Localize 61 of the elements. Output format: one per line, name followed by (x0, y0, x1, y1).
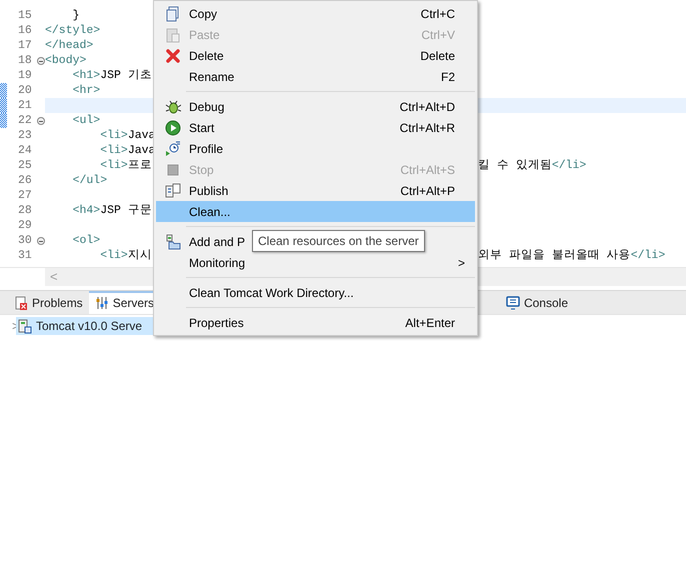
bug-icon (165, 98, 181, 114)
folder-icon (165, 234, 181, 250)
line-number: 22 (18, 113, 33, 128)
code-text: <li>지시 (99, 249, 152, 262)
play-icon (165, 120, 181, 136)
problems-icon (14, 296, 28, 310)
delete-icon (165, 48, 181, 64)
line-number: 21 (18, 98, 33, 113)
menu-item[interactable]: Copy Ctrl+C (156, 3, 475, 24)
fold-icon[interactable] (37, 116, 45, 124)
view-tab[interactable]: Problems (8, 291, 89, 314)
code-text: 외부 파일을 불러올때 사용</li> (478, 249, 666, 262)
line-number: 15 (18, 8, 33, 23)
menu-item[interactable]: Debug Ctrl+Alt+D (156, 96, 475, 117)
clipboard-icon (165, 26, 181, 42)
line-number: 17 (18, 38, 33, 53)
line-number: 29 (18, 218, 33, 233)
line-number: 24 (18, 143, 33, 158)
copy-icon (165, 6, 181, 22)
menu-item[interactable]: Rename F2 (156, 66, 475, 87)
code-text: </head> (45, 39, 94, 52)
publish-icon (165, 182, 181, 198)
fold-icon[interactable] (37, 236, 45, 244)
stop-icon (165, 162, 181, 178)
line-number: 28 (18, 203, 33, 218)
server-icon (18, 318, 32, 334)
code-text: <hr> (72, 84, 100, 97)
line-number: 18 (18, 53, 33, 68)
line-number: 31 (18, 248, 33, 263)
line-number: 30 (18, 233, 33, 248)
code-text: </style> (45, 24, 100, 37)
code-text: <li>프로 (99, 159, 152, 172)
line-number: 16 (18, 23, 33, 38)
view-tab[interactable]: Console (500, 291, 574, 314)
line-number: 26 (18, 173, 33, 188)
submenu-arrow: > (458, 254, 465, 272)
code-text: </ul> (72, 174, 108, 187)
menu-item[interactable]: Publish Ctrl+Alt+P (156, 180, 475, 201)
line-number: 19 (18, 68, 33, 83)
line-number: 20 (18, 83, 33, 98)
code-text: <h1>JSP 기초 (72, 69, 152, 82)
menu-item[interactable]: Clean... (156, 201, 475, 222)
code-text: 킬 수 있게됨</li> (478, 159, 586, 172)
code-text: <ol> (72, 234, 100, 247)
menu-item[interactable]: Delete Delete (156, 45, 475, 66)
tooltip: Clean resources on the server (252, 230, 425, 252)
code-text: <ul> (72, 114, 100, 127)
fold-icon[interactable] (37, 56, 45, 64)
menu-item[interactable]: Properties Alt+Enter (156, 312, 475, 333)
line-number: 25 (18, 158, 33, 173)
code-text: <body> (45, 54, 86, 67)
menu-item[interactable]: Monitoring > (156, 252, 475, 273)
stopwatch-icon (165, 140, 181, 156)
menu-item[interactable]: Profile (156, 138, 475, 159)
code-text: <h4>JSP 구문 (72, 204, 152, 217)
line-number: 27 (18, 188, 33, 203)
line-number: 23 (18, 128, 33, 143)
sliders-icon (94, 296, 109, 310)
menu-item[interactable]: Start Ctrl+Alt+R (156, 117, 475, 138)
console-icon (506, 296, 520, 310)
code-text: } (72, 9, 80, 22)
